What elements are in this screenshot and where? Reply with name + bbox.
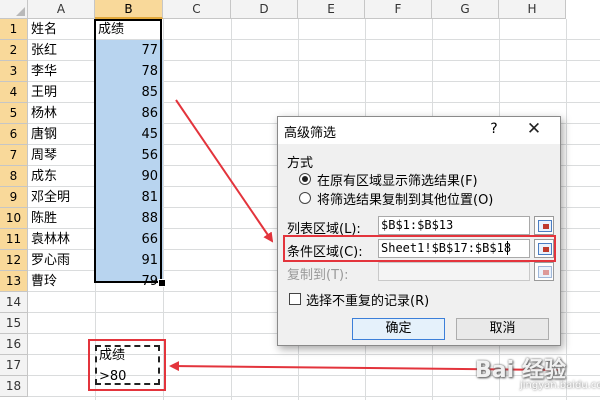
ok-button[interactable]: 确定 bbox=[352, 318, 445, 340]
dialog-titlebar[interactable]: 高级筛选 ? ✕ bbox=[278, 117, 560, 144]
radio-copy[interactable] bbox=[299, 192, 311, 204]
radio-copy-label[interactable]: 将筛选结果复制到其他位置(O) bbox=[317, 189, 493, 208]
help-icon[interactable]: ? bbox=[486, 121, 502, 137]
advanced-filter-dialog[interactable]: 高级筛选 ? ✕ 方式 在原有区域显示筛选结果(F) 将筛选结果复制到其他位置(… bbox=[277, 116, 561, 346]
copy-to-label: 复制到(T): bbox=[287, 268, 349, 283]
radio-inplace-label[interactable]: 在原有区域显示筛选结果(F) bbox=[317, 170, 478, 189]
copy-to-collapse-icon[interactable] bbox=[534, 262, 554, 281]
unique-records-label[interactable]: 选择不重复的记录(R) bbox=[306, 290, 429, 309]
unique-records-checkbox[interactable] bbox=[289, 293, 301, 305]
radio-inplace[interactable] bbox=[299, 173, 311, 185]
cancel-button[interactable]: 取消 bbox=[456, 318, 549, 340]
dialog-title: 高级筛选 bbox=[284, 126, 337, 141]
mode-group-label: 方式 bbox=[287, 156, 314, 171]
list-range-collapse-icon[interactable] bbox=[534, 216, 554, 235]
copy-to-input[interactable] bbox=[378, 262, 530, 281]
arrow-to-criteria-field bbox=[175, 99, 274, 243]
close-icon[interactable]: ✕ bbox=[524, 119, 544, 139]
watermark-url: jingyan.baidu.com bbox=[520, 380, 600, 391]
criteria-field-highlight bbox=[283, 235, 556, 262]
list-range-input[interactable]: $B$1:$B$13 bbox=[378, 216, 530, 235]
